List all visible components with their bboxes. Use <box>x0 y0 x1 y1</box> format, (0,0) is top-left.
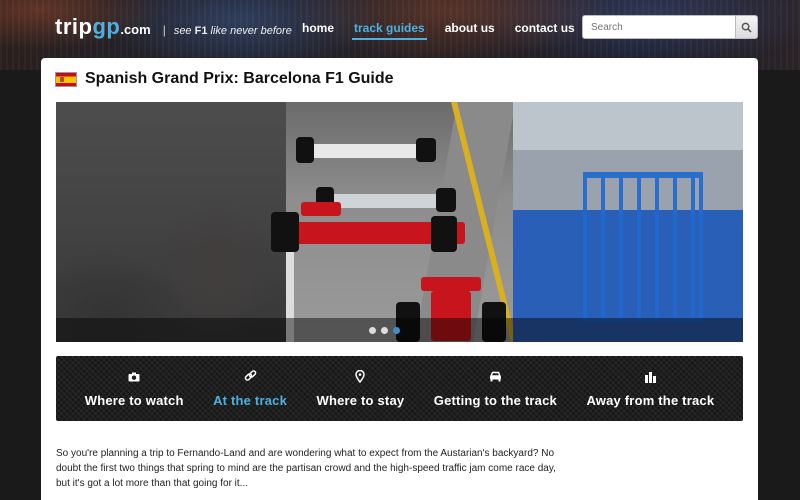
search-button[interactable] <box>735 16 757 38</box>
search-box <box>582 15 758 39</box>
search-input[interactable] <box>583 16 735 38</box>
content-panel: Spanish Grand Prix: Barcelona F1 Guide W… <box>41 58 758 500</box>
slider-dot-2[interactable] <box>381 327 388 334</box>
main-nav: home track guides about us contact us <box>300 18 577 40</box>
site-logo[interactable]: tripgp .com | see F1 like never before <box>55 14 292 40</box>
hero-slider[interactable] <box>56 102 743 342</box>
page-title: Spanish Grand Prix: Barcelona F1 Guide <box>85 70 394 87</box>
nav-home[interactable]: home <box>300 18 336 40</box>
crowd-image <box>56 102 286 342</box>
guide-label: At the track <box>213 392 287 408</box>
search-icon <box>741 22 752 33</box>
guide-where-to-watch[interactable]: Where to watch <box>85 370 184 408</box>
logo-tagline: see F1 like never before <box>173 25 292 37</box>
nav-contact-us[interactable]: contact us <box>513 18 577 40</box>
guide-label: Where to stay <box>316 392 405 408</box>
guide-away-from-the-track[interactable]: Away from the track <box>586 370 714 408</box>
spain-flag-icon <box>55 71 77 87</box>
page-heading: Spanish Grand Prix: Barcelona F1 Guide <box>55 70 394 88</box>
guide-where-to-stay[interactable]: Where to stay <box>316 370 404 408</box>
intro-paragraph: So you're planning a trip to Fernando-La… <box>56 448 556 489</box>
nav-about-us[interactable]: about us <box>443 18 497 40</box>
logo-wordmark: tripgp <box>55 14 121 39</box>
location-pin-icon <box>353 370 367 384</box>
slider-dot-1[interactable] <box>369 327 376 334</box>
camera-icon <box>127 370 141 384</box>
guide-label: Where to watch <box>84 392 184 408</box>
race-car-red <box>271 202 471 262</box>
slider-dot-3[interactable] <box>393 327 400 334</box>
guide-sections-bar: Where to watch At the track Where to sta… <box>56 356 743 421</box>
nav-track-guides[interactable]: track guides <box>352 18 427 40</box>
stand-railing <box>583 172 703 322</box>
logo-domain: .com <box>120 22 151 37</box>
city-icon <box>643 370 657 384</box>
guide-at-the-track[interactable]: At the track <box>213 370 287 408</box>
guide-getting-to-the-track[interactable]: Getting to the track <box>434 370 557 408</box>
guide-label: Away from the track <box>586 392 715 408</box>
car-icon <box>488 370 502 384</box>
race-car-white <box>296 132 446 172</box>
link-icon <box>243 370 257 384</box>
slider-dots <box>369 327 400 334</box>
logo-separator: | <box>162 23 166 37</box>
guide-label: Getting to the track <box>433 392 557 408</box>
